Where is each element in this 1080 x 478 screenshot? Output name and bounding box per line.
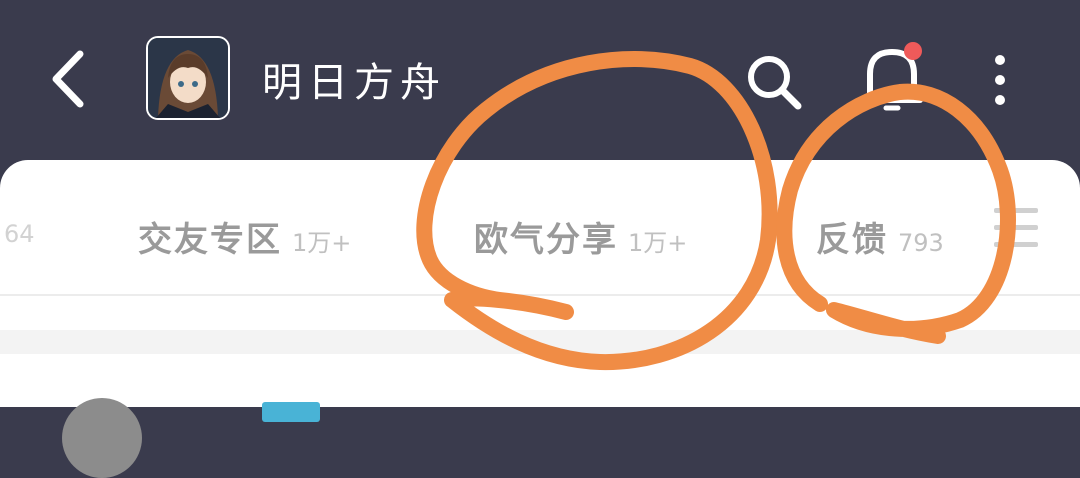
app-avatar[interactable] (146, 36, 230, 120)
notification-dot (904, 42, 922, 60)
app-title: 明日方舟 (262, 60, 446, 106)
tab-label: 交友专区 (138, 220, 282, 260)
content-card: 64 交友专区 1万+ 欧气分享 1万+ 反馈 793 (0, 160, 1080, 478)
search-button[interactable] (742, 50, 806, 114)
tab-friends[interactable]: 交友专区 1万+ (138, 212, 351, 262)
back-arrow-icon (52, 50, 84, 108)
top-bar: 明日方舟 (0, 0, 1080, 160)
menu-line (994, 242, 1038, 247)
menu-line (994, 225, 1038, 230)
category-tabs: 64 交友专区 1万+ 欧气分享 1万+ 反馈 793 (0, 160, 1080, 296)
search-icon (748, 56, 802, 110)
tab-count: 793 (898, 229, 944, 257)
tab-luck-share[interactable]: 欧气分享 1万+ (474, 212, 687, 262)
partial-tab-count: 64 (4, 220, 35, 248)
tab-label: 反馈 (816, 220, 888, 260)
tab-count: 1万+ (628, 229, 688, 257)
app-avatar-image (148, 38, 228, 118)
more-options-button[interactable] (980, 50, 1020, 110)
menu-line (994, 208, 1038, 213)
tab-feedback[interactable]: 反馈 793 (816, 212, 944, 262)
tab-count: 1万+ (292, 229, 352, 257)
post-badge (262, 402, 320, 422)
post-author-avatar[interactable] (62, 398, 142, 478)
back-button[interactable] (40, 44, 100, 114)
more-vertical-icon (995, 55, 1005, 105)
section-divider (0, 330, 1080, 354)
tab-label: 欧气分享 (474, 220, 618, 260)
tabs-menu-button[interactable] (994, 208, 1038, 254)
